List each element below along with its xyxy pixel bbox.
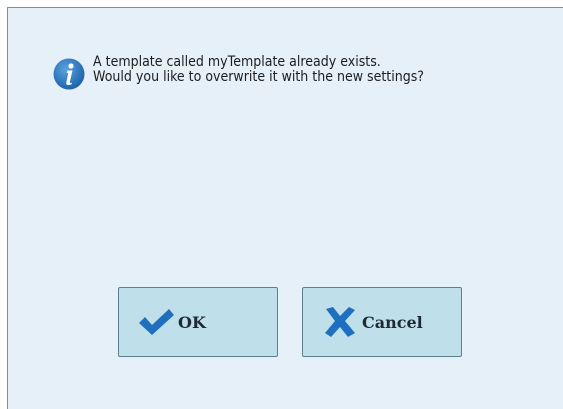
info-icon xyxy=(53,58,85,90)
checkmark-icon xyxy=(139,309,174,335)
confirm-overwrite-dialog: A template called myTemplate already exi… xyxy=(7,7,563,409)
cancel-button[interactable]: Cancel xyxy=(302,287,462,357)
ok-button-label: OK xyxy=(178,312,206,332)
ok-button[interactable]: OK xyxy=(118,287,278,357)
message-line-1: A template called myTemplate already exi… xyxy=(93,54,381,70)
message-line-2: Would you like to overwrite it with the … xyxy=(93,69,424,85)
message-text: A template called myTemplate already exi… xyxy=(93,55,424,85)
cancel-button-label: Cancel xyxy=(362,312,423,332)
x-icon xyxy=(325,307,355,337)
message-area: A template called myTemplate already exi… xyxy=(53,55,461,90)
